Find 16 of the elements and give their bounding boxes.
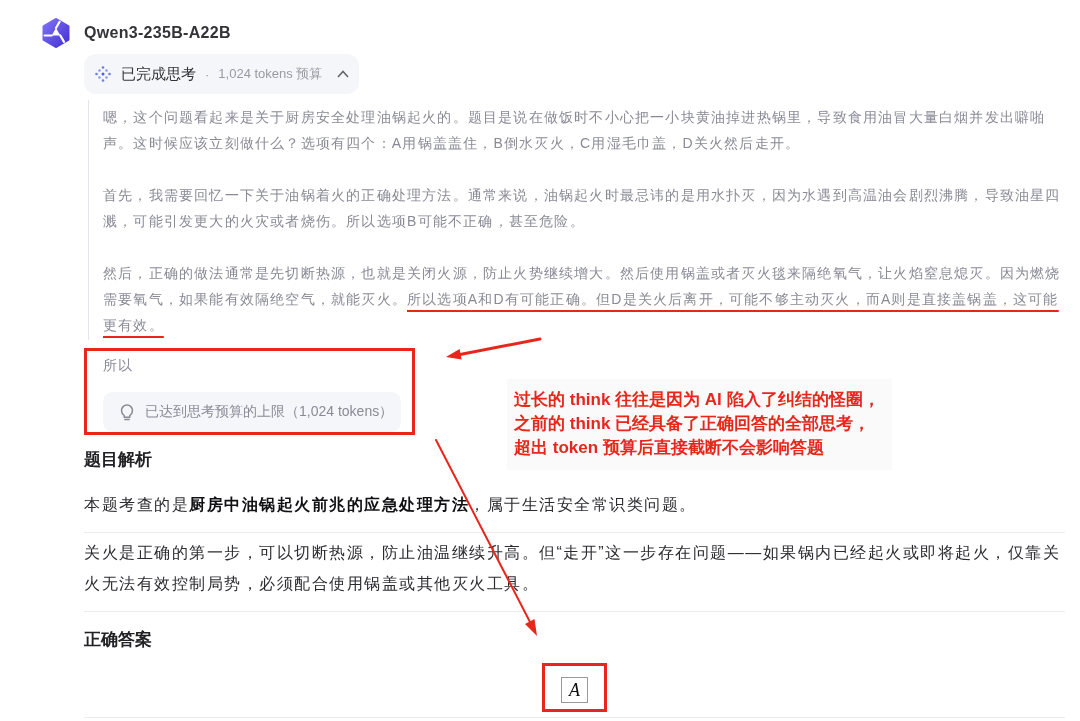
section-heading: 正确答案 — [84, 629, 152, 651]
section-heading: 题目解析 — [84, 449, 152, 471]
notice-text: 已达到思考预算的上限（1,024 tokens） — [145, 403, 394, 421]
thought-paragraph: 所以 — [103, 356, 135, 375]
annotation-note: 过长的 think 往往是因为 AI 陷入了纠结的怪圈， 之前的 think 已经具备了正确回答的全部思考， 超出 token 预算后直接截断不会影响答题 — [507, 379, 892, 470]
thought-paragraph: 嗯，这个问题看起来是关于厨房安全处理油锅起火的。题目是说在做饭时不小心把一小块黄油掉进热锅里，导致食用油冒大量白烟并发出噼啪声。这时候应该立刻做什么？选项有四个：A用锅盖盖住，B倒水灭火，C用湿毛巾盖，D关火然后走开。 — [103, 108, 1047, 153]
thought-paragraph: 首先，我需要回忆一下关于油锅着火的正确处理方法。通常来说，油锅起火时最忌讳的是用水扑灭，因为水遇到高温油会剧烈沸腾，导致油星四溅，可能引发更大的火灾或者烧伤。所以选项B可能不正确，甚至危险。 — [103, 186, 1062, 231]
model-name: Qwen3-235B-A22B — [84, 24, 231, 42]
thought-paragraph: 然后，正确的做法通常是先切断热源，也就是关闭火源，防止火势继续增大。然后使用锅盖或者灭火毯来隔绝氧气，让火焰窒息熄灭。因为燃烧需要氧气，如果能有效隔绝空气，就能灭火。所以选项A和D有可能正确。但D是关火后离开，可能不够主动灭火，而A则是直接盖锅盖，这可能更有效。 — [103, 264, 1062, 335]
answer-paragraph: 本题考查的是厨房中油锅起火前兆的应急处理方法，属于生活安全常识类问题。 — [84, 495, 698, 515]
lightbulb-icon — [120, 403, 134, 421]
caret-up-icon — [337, 70, 350, 78]
dots-icon — [95, 66, 111, 82]
thinking-toggle[interactable]: 已完成思考 · 1,024 tokens 预算 — [84, 54, 360, 94]
boxed-answer: A — [561, 677, 588, 703]
logo-icon — [40, 17, 72, 49]
